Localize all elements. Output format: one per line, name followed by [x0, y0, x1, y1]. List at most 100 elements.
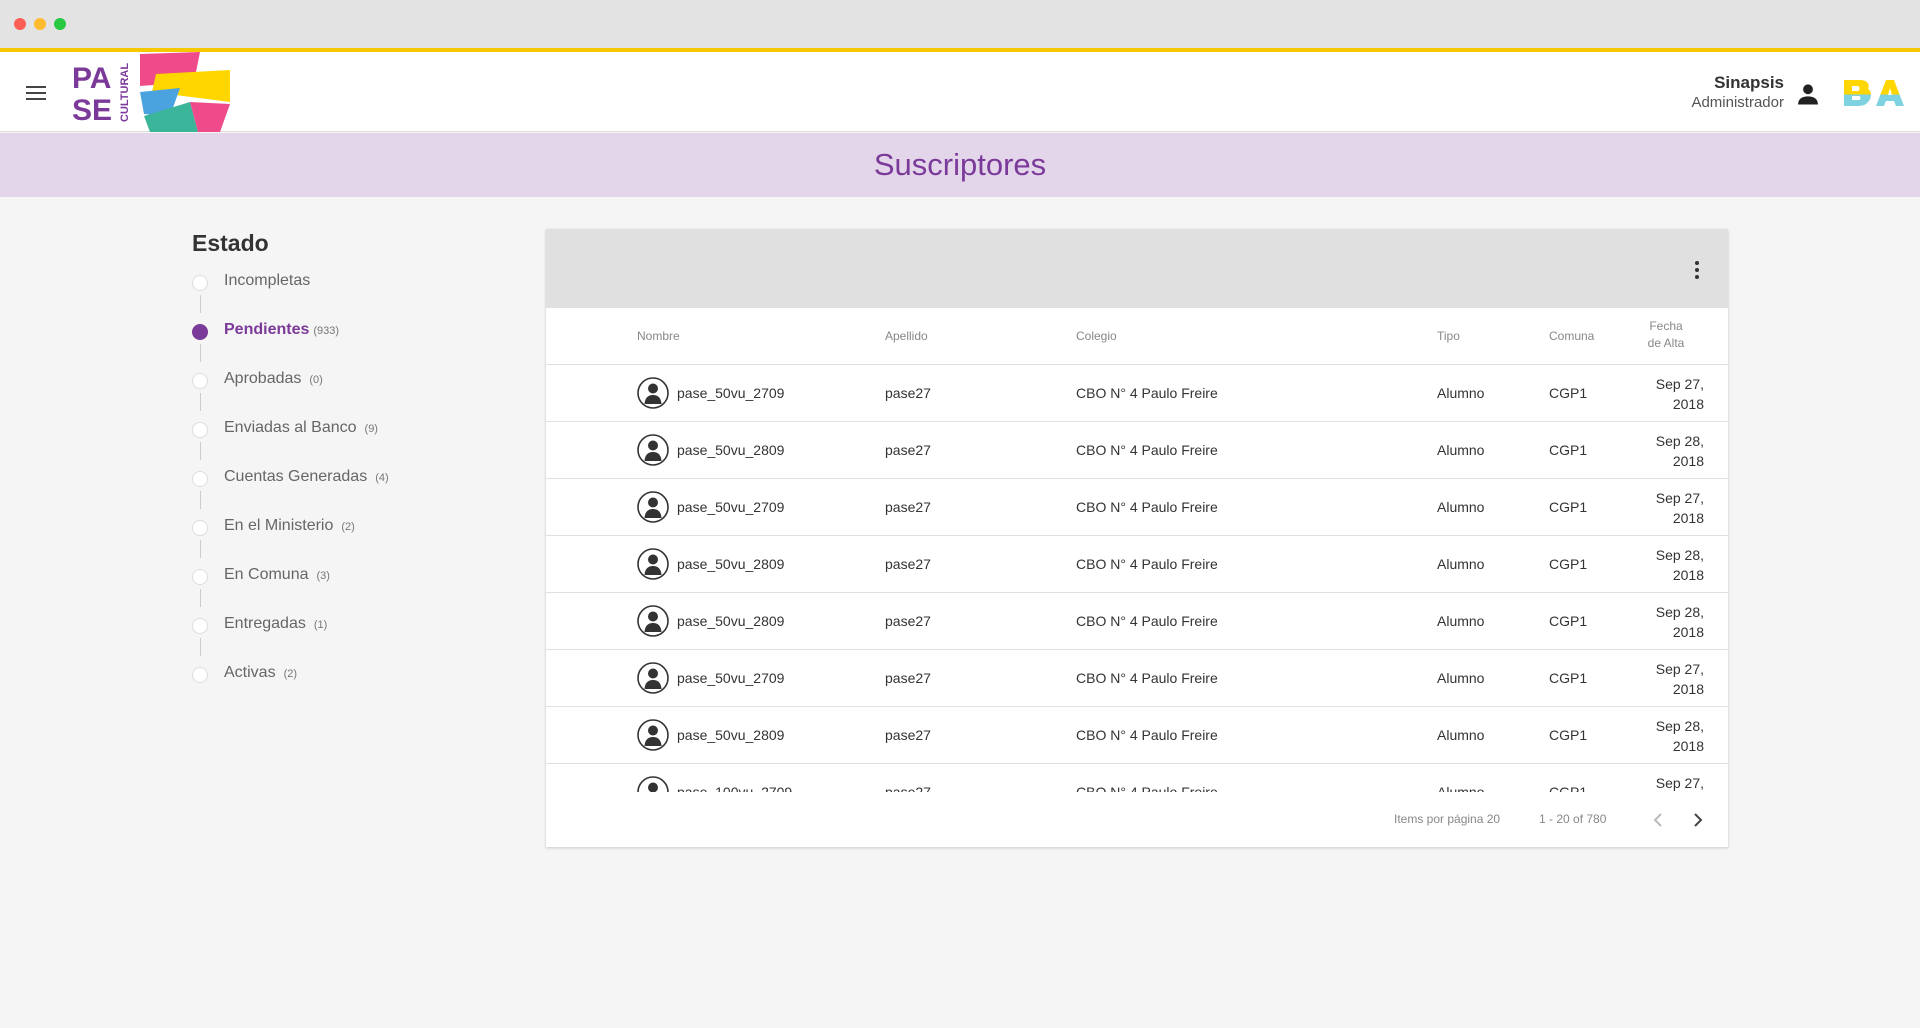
browser-window-bar [0, 0, 1920, 48]
column-header-tipo[interactable]: Tipo [1437, 329, 1460, 343]
filter-label[interactable]: Entregadas [224, 615, 306, 632]
filter-item-pendientes[interactable]: Pendientes (933) [192, 320, 512, 369]
column-header-nombre[interactable]: Nombre [637, 329, 680, 343]
filter-label[interactable]: En Comuna [224, 566, 309, 583]
column-header-colegio[interactable]: Colegio [1076, 329, 1117, 343]
filter-label[interactable]: Pendientes [224, 321, 309, 338]
cell-fecha-de-alta: Sep 28, 2018 [1655, 547, 1704, 583]
cell-nombre: pase_50vu_2809 [677, 613, 785, 629]
svg-text:SE: SE [72, 94, 112, 127]
user-avatar-icon [637, 491, 669, 523]
cell-colegio: CBO N° 4 Paulo Freire [1076, 613, 1218, 629]
window-close-button[interactable] [14, 18, 26, 30]
radio-button-selected[interactable] [192, 324, 208, 340]
user-avatar-icon [637, 548, 669, 580]
cell-apellido: pase27 [885, 499, 931, 515]
radio-button[interactable] [192, 667, 208, 683]
more-vert-icon[interactable] [1694, 261, 1700, 279]
timeline-connector [200, 589, 201, 607]
filter-label[interactable]: Enviadas al Banco [224, 419, 357, 436]
table-row[interactable]: pase_50vu_2709 pase27 CBO N° 4 Paulo Freir… [546, 479, 1728, 536]
svg-text:PA: PA [72, 62, 111, 95]
column-header-apellido[interactable]: Apellido [885, 329, 928, 343]
app-header: PA SE CULTURAL Sinapsis Administrador [0, 52, 1920, 132]
filter-item-entregadas[interactable]: Entregadas (1) [192, 614, 512, 663]
filter-count: (9) [364, 423, 378, 435]
filter-item-enviadas-al-banco[interactable]: Enviadas al Banco (9) [192, 418, 512, 467]
cell-tipo: Alumno [1437, 670, 1485, 686]
table-row[interactable]: pase_50vu_2809 pase27 CBO N° 4 Paulo Freir… [546, 593, 1728, 650]
pase-cultural-logo: PA SE CULTURAL [72, 52, 230, 132]
filter-label[interactable]: En el Ministerio [224, 517, 333, 534]
window-minimize-button[interactable] [34, 18, 46, 30]
cell-nombre: pase_100vu_2709 [677, 784, 793, 792]
timeline-connector [200, 442, 201, 460]
cell-tipo: Alumno [1437, 385, 1485, 401]
radio-button[interactable] [192, 373, 208, 389]
cell-colegio: CBO N° 4 Paulo Freire [1076, 670, 1218, 686]
cell-nombre: pase_50vu_2709 [677, 499, 785, 515]
radio-button[interactable] [192, 569, 208, 585]
radio-button[interactable] [192, 618, 208, 634]
filter-count: (3) [316, 570, 330, 582]
cell-comuna: CGP1 [1549, 442, 1588, 458]
filter-label[interactable]: Activas [224, 664, 276, 681]
filter-item-activas[interactable]: Activas (2) [192, 663, 512, 712]
cell-comuna: CGP1 [1549, 670, 1588, 686]
user-avatar-icon [637, 662, 669, 694]
chevron-left-icon[interactable] [1646, 808, 1670, 832]
radio-button[interactable] [192, 520, 208, 536]
filter-count: (933) [313, 325, 340, 337]
cell-nombre: pase_50vu_2809 [677, 442, 785, 458]
table-row[interactable]: pase_50vu_2809 pase27 CBO N° 4 Paulo Freir… [546, 422, 1728, 479]
cell-fecha-de-alta: Sep 28, 2018 [1655, 433, 1704, 469]
status-filter-panel: Estado Incompletas Pendientes (933) Aprob… [192, 230, 512, 712]
person-icon[interactable] [1794, 80, 1822, 108]
cell-nombre: pase_50vu_2809 [677, 556, 785, 572]
table-row[interactable]: pase_100vu_2709 pase27 CBO N° 4 Paulo Frei… [546, 764, 1728, 792]
filter-count: (1) [313, 619, 328, 631]
paginator: Items por página 20 1 - 20 of 780 [546, 792, 1728, 847]
page-title-band: Suscriptores [0, 133, 1920, 197]
cell-fecha-de-alta: Sep 28, 2018 [1655, 718, 1704, 754]
radio-button[interactable] [192, 275, 208, 291]
radio-button[interactable] [192, 422, 208, 438]
filter-label[interactable]: Cuentas Generadas [224, 468, 367, 485]
timeline-connector [200, 540, 201, 558]
cell-tipo: Alumno [1437, 499, 1485, 515]
table-row[interactable]: pase_50vu_2709 pase27 CBO N° 4 Paulo Freir… [546, 650, 1728, 707]
user-avatar-icon [637, 605, 669, 637]
table-row[interactable]: pase_50vu_2809 pase27 CBO N° 4 Paulo Freir… [546, 536, 1728, 593]
radio-button[interactable] [192, 471, 208, 487]
items-per-page-label[interactable]: Items por página 20 [1394, 812, 1500, 826]
window-maximize-button[interactable] [54, 18, 66, 30]
filter-item-en-el-ministerio[interactable]: En el Ministerio (2) [192, 516, 512, 565]
filter-label[interactable]: Aprobadas [224, 370, 301, 387]
column-header-fecha-de-alta[interactable]: Fecha de Alta [1642, 318, 1690, 352]
table-row[interactable]: pase_50vu_2809 pase27 CBO N° 4 Paulo Freir… [546, 707, 1728, 764]
filter-item-aprobadas[interactable]: Aprobadas (0) [192, 369, 512, 418]
chevron-right-icon[interactable] [1686, 808, 1710, 832]
filter-list: Incompletas Pendientes (933) Aprobadas (0)… [192, 271, 512, 712]
user-role: Administrador [1691, 94, 1784, 111]
cell-fecha-de-alta: Sep 27, 2018 [1655, 490, 1704, 526]
timeline-connector [200, 491, 201, 509]
filter-count: (0) [309, 374, 323, 386]
timeline-connector [200, 393, 201, 411]
filter-item-cuentas-generadas[interactable]: Cuentas Generadas (4) [192, 467, 512, 516]
user-avatar-icon [637, 434, 669, 466]
cell-comuna: CGP1 [1549, 784, 1588, 792]
subscribers-table-card: Nombre Apellido Colegio Tipo Comuna Fech… [546, 229, 1728, 847]
column-header-comuna[interactable]: Comuna [1549, 329, 1594, 343]
subscribers-table[interactable]: Nombre Apellido Colegio Tipo Comuna Fech… [546, 308, 1728, 792]
filter-title: Estado [192, 230, 269, 256]
cell-colegio: CBO N° 4 Paulo Freire [1076, 442, 1218, 458]
filter-item-en-comuna[interactable]: En Comuna (3) [192, 565, 512, 614]
filter-item-incompletas[interactable]: Incompletas [192, 271, 512, 320]
cell-tipo: Alumno [1437, 442, 1485, 458]
hamburger-menu-icon[interactable] [26, 86, 46, 100]
cell-tipo: Alumno [1437, 613, 1485, 629]
user-avatar-icon [637, 719, 669, 751]
filter-label[interactable]: Incompletas [224, 272, 310, 289]
table-row[interactable]: pase_50vu_2709 pase27 CBO N° 4 Paulo Freir… [546, 365, 1728, 422]
